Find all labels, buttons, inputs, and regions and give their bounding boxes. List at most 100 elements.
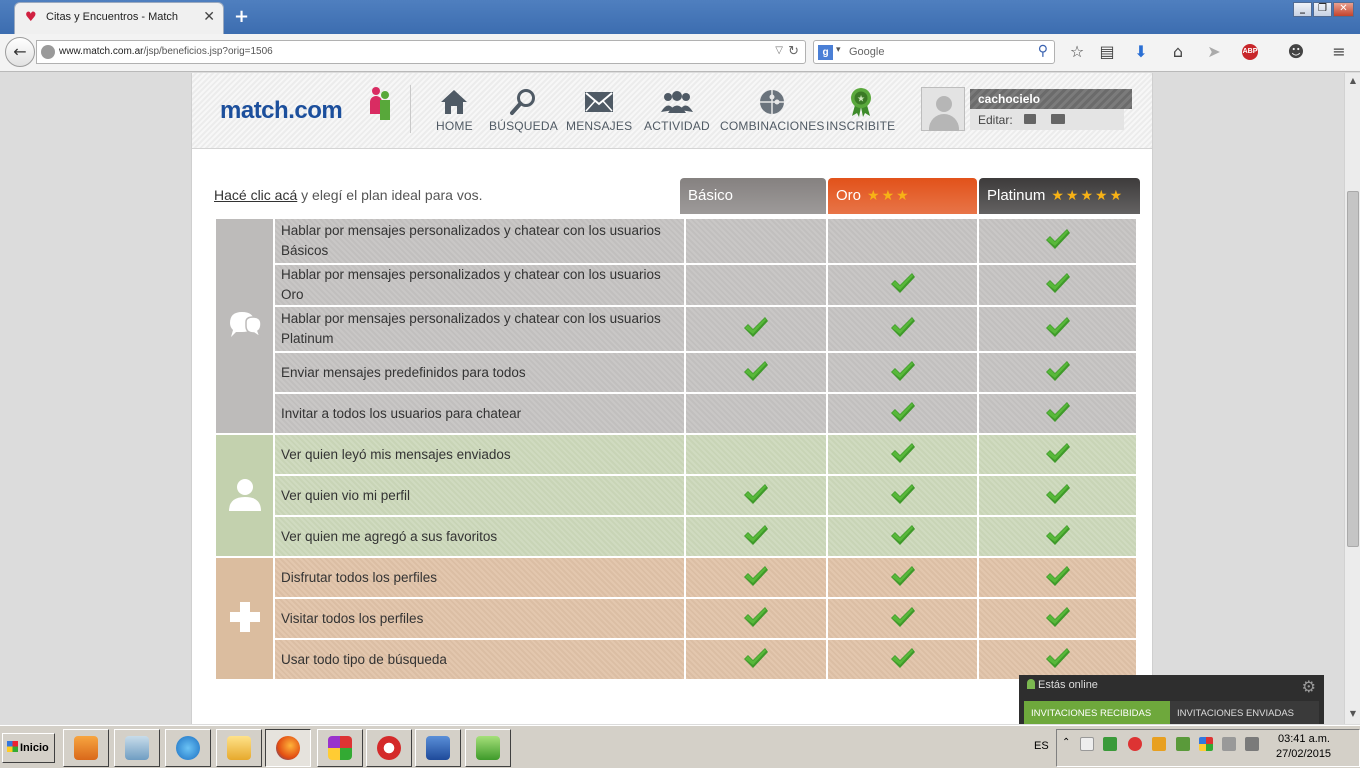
minimize-icon[interactable]: _ — [1293, 2, 1312, 17]
restore-icon[interactable]: ❐ — [1313, 2, 1332, 17]
plan-check-cell — [684, 263, 828, 307]
avatar[interactable] — [921, 87, 965, 131]
plan-check-cell — [826, 556, 979, 599]
nav-home[interactable]: HOME — [436, 87, 473, 133]
bookmark-star-icon[interactable]: ☆ — [1067, 42, 1087, 62]
checkmark-icon — [1045, 606, 1071, 632]
app-grid-icon — [328, 736, 352, 760]
feature-row: Enviar mensajes predefinidos para todos — [215, 351, 1138, 394]
taskbar-ccleaner[interactable] — [366, 729, 412, 767]
back-arrow-icon[interactable]: ← — [5, 37, 35, 67]
feature-label: Enviar mensajes predefinidos para todos — [273, 351, 686, 394]
plan-header-basico[interactable]: Básico — [680, 178, 826, 214]
taskbar-explorer[interactable] — [216, 729, 262, 767]
adblock-icon[interactable]: ABP — [1242, 44, 1258, 60]
user-online-icon — [1027, 679, 1035, 689]
url-bar[interactable]: www.match.com.ar/jsp/beneficios.jsp?orig… — [36, 40, 806, 64]
nav-busqueda[interactable]: BÚSQUEDA — [489, 87, 558, 133]
taskbar-mailbox[interactable] — [415, 729, 461, 767]
plan-check-cell — [684, 351, 828, 394]
checkmark-icon — [1045, 524, 1071, 550]
camera-icon[interactable] — [1051, 114, 1065, 124]
checkmark-icon — [1045, 317, 1071, 342]
app-tray-icon[interactable] — [1199, 737, 1213, 751]
gear-icon[interactable]: ⚙ — [1302, 677, 1316, 696]
reload-icon[interactable]: ↻ — [788, 44, 799, 59]
username-band: cachocielo — [970, 89, 1132, 109]
chat-addon-icon[interactable]: ☻ — [1286, 42, 1306, 62]
vertical-scrollbar[interactable]: ▲ ▼ — [1344, 73, 1360, 724]
plan-check-cell — [977, 597, 1138, 640]
feature-label: Ver quien me agregó a sus favoritos — [273, 515, 686, 558]
match-logo[interactable]: match.com — [220, 97, 343, 125]
svg-text:★: ★ — [857, 95, 865, 105]
menu-icon[interactable]: ≡ — [1329, 42, 1349, 62]
language-indicator[interactable]: ES — [1034, 740, 1049, 752]
checkmark-icon — [743, 483, 769, 509]
url-dropdown-icon[interactable]: ▽ — [775, 45, 783, 56]
taskbar-sign-tool[interactable] — [465, 729, 511, 767]
taskbar-notepad[interactable] — [114, 729, 160, 767]
tab-invitaciones-enviadas[interactable]: INVITACIONES ENVIADAS — [1170, 701, 1319, 724]
checkmark-icon — [743, 565, 769, 591]
click-here-link[interactable]: Hacé clic acá — [214, 187, 297, 203]
network-icon[interactable] — [1245, 737, 1259, 751]
browser-titlebar: ♥ Citas y Encuentros - Match ✕ + _ ❐ ✕ — [0, 0, 1360, 34]
clock-date[interactable]: 27/02/2015 — [1276, 748, 1331, 760]
search-engine-dropdown-icon[interactable]: ▾ — [836, 45, 841, 55]
nav-inscribite[interactable]: ★ INSCRIBITE — [826, 87, 895, 133]
nav-actividad[interactable]: ACTIVIDAD — [644, 87, 710, 133]
site-header: match.com HOME BÚSQUEDA MENSAJES ACTIVID… — [192, 73, 1152, 149]
checkmark-icon — [890, 565, 916, 591]
clock-time[interactable]: 03:41 a.m. — [1278, 733, 1330, 745]
new-tab-icon[interactable]: + — [234, 6, 249, 27]
plan-header-platinum[interactable]: Platinum ★★★★★ — [979, 178, 1140, 214]
start-button[interactable]: Inicio — [2, 733, 55, 763]
checkmark-icon — [743, 360, 769, 386]
taskbar-internet-explorer[interactable] — [165, 729, 211, 767]
windows-flag-icon — [7, 741, 18, 752]
volume-icon[interactable] — [1222, 737, 1236, 751]
warning-icon[interactable] — [1152, 737, 1166, 751]
sync-icon[interactable] — [1103, 737, 1117, 751]
url-text: www.match.com.ar/jsp/beneficios.jsp?orig… — [59, 46, 273, 57]
shield-icon[interactable] — [1176, 737, 1190, 751]
bookmarks-list-icon[interactable]: ▤ — [1097, 42, 1117, 62]
feature-row: Usar todo tipo de búsqueda — [215, 638, 1138, 681]
plan-header-oro[interactable]: Oro ★★★ — [828, 178, 977, 214]
id-card-icon[interactable] — [1024, 114, 1036, 124]
taskbar-firefox[interactable] — [265, 729, 311, 767]
ccleaner-tray-icon[interactable] — [1128, 737, 1142, 751]
browser-tab[interactable]: ♥ Citas y Encuentros - Match ✕ — [14, 2, 224, 34]
folder-icon — [227, 736, 251, 760]
close-tab-icon[interactable]: ✕ — [203, 9, 215, 25]
taskbar-app-grid[interactable] — [317, 729, 363, 767]
plan-check-cell — [977, 556, 1138, 599]
checkmark-icon — [1045, 442, 1071, 468]
nav-combinaciones[interactable]: COMBINACIONES — [720, 87, 825, 133]
heart-favicon-icon: ♥ — [25, 10, 37, 25]
scroll-up-icon[interactable]: ▲ — [1347, 76, 1359, 88]
tray-expand-icon[interactable]: ⌃ — [1062, 737, 1076, 751]
home-icon — [436, 87, 473, 117]
taskbar-media-player[interactable] — [63, 729, 109, 767]
nav-mensajes[interactable]: MENSAJES — [566, 87, 632, 133]
scroll-down-icon[interactable]: ▼ — [1347, 709, 1359, 721]
download-icon[interactable]: ⬇ — [1131, 42, 1151, 62]
features-table: Hablar por mensajes personalizados y cha… — [214, 217, 1138, 681]
username[interactable]: cachocielo — [978, 92, 1040, 106]
search-input[interactable]: Google — [849, 46, 884, 58]
plan-check-cell — [684, 597, 828, 640]
magnifier-icon[interactable]: ⚲ — [1038, 43, 1048, 59]
tab-invitaciones-recibidas[interactable]: INVITACIONES RECIBIDAS — [1024, 701, 1170, 724]
scroll-thumb[interactable] — [1347, 191, 1359, 547]
plan-check-cell — [977, 638, 1138, 681]
search-bar[interactable]: g ▾ Google ⚲ — [813, 40, 1055, 64]
feature-label: Hablar por mensajes personalizados y cha… — [273, 263, 686, 307]
close-window-icon[interactable]: ✕ — [1333, 2, 1354, 17]
home-browser-icon[interactable]: ⌂ — [1168, 42, 1188, 62]
send-icon[interactable]: ➤ — [1204, 42, 1224, 62]
tab-title: Citas y Encuentros - Match — [46, 11, 179, 23]
flag-icon[interactable] — [1080, 737, 1094, 751]
google-icon[interactable]: g — [818, 45, 833, 60]
